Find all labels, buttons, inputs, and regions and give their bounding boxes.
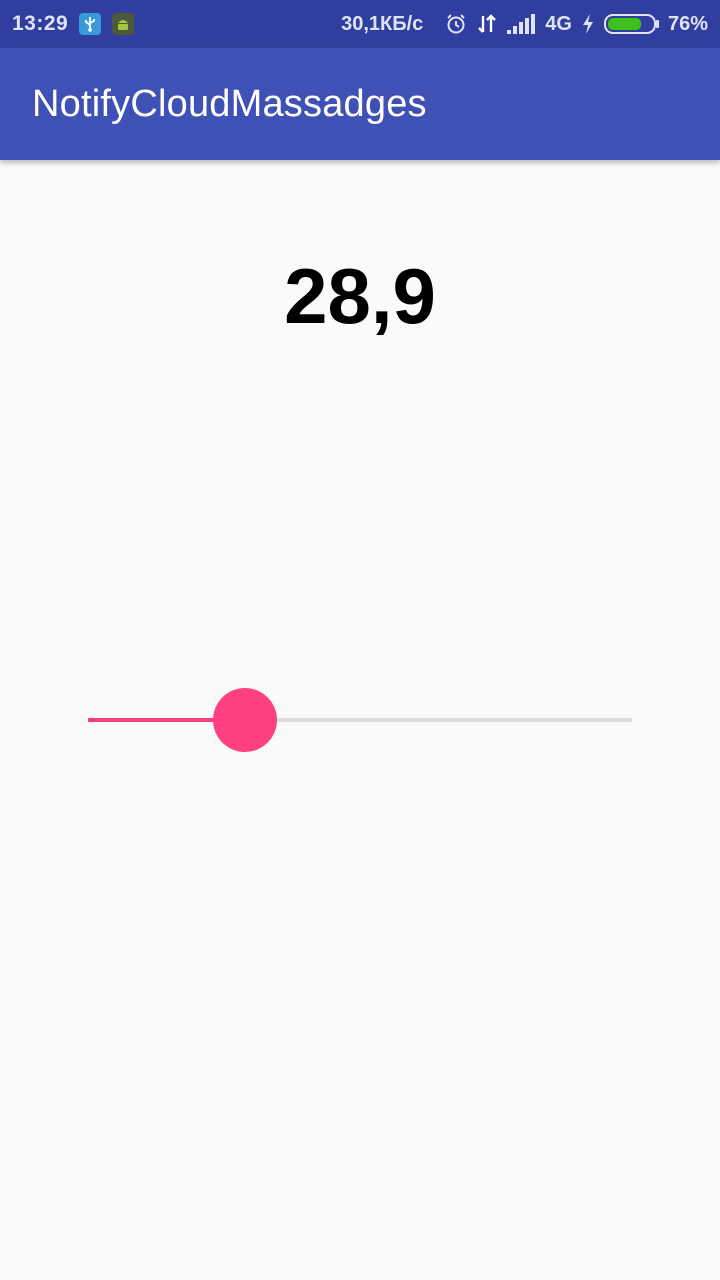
value-slider[interactable] xyxy=(88,688,632,752)
battery-percent: 76% xyxy=(667,12,708,35)
battery-icon xyxy=(603,13,660,35)
value-display: 28,9 xyxy=(284,252,436,340)
usb-icon xyxy=(79,13,102,35)
charging-icon xyxy=(582,14,594,34)
network-type: 4G xyxy=(545,12,572,35)
status-time: 13:29 xyxy=(12,12,69,35)
slider-thumb[interactable] xyxy=(213,688,277,752)
android-icon xyxy=(112,13,135,35)
network-speed: 30,1КБ/с xyxy=(341,12,424,35)
status-bar-right: 30,1КБ/с 4G 76% xyxy=(341,13,708,36)
signal-icon xyxy=(507,14,536,34)
status-bar-left: 13:29 xyxy=(12,12,135,36)
status-bar: 13:29 30,1КБ/с 4G 76% xyxy=(0,0,720,48)
app-title: NotifyCloudMassadges xyxy=(32,82,427,125)
data-arrows-icon xyxy=(477,13,497,35)
alarm-icon xyxy=(445,13,467,35)
app-bar: NotifyCloudMassadges xyxy=(0,48,720,160)
